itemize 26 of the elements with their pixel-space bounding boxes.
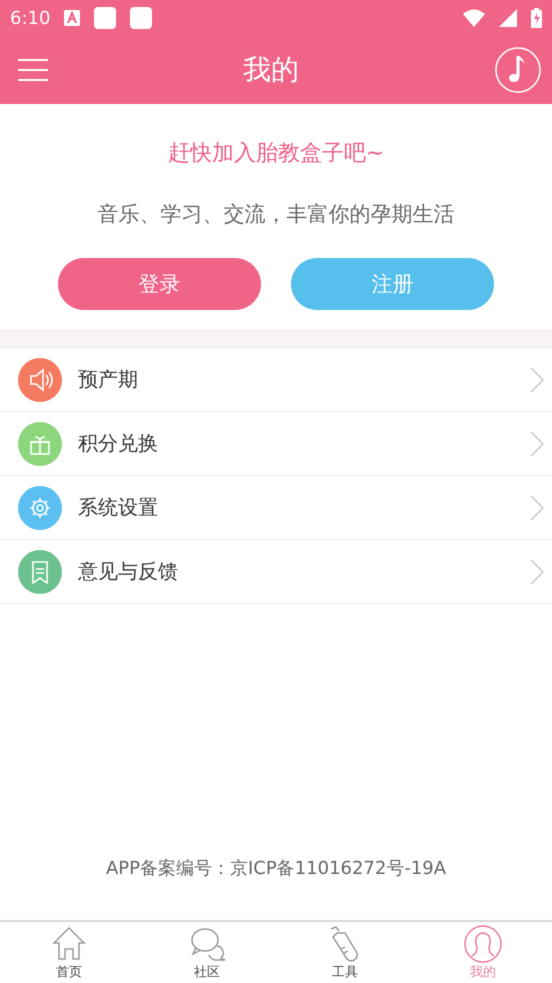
notification-icon xyxy=(64,10,80,26)
chevron-icon xyxy=(530,430,544,456)
tab[interactable]: 首页 xyxy=(0,922,138,983)
chevron-icon xyxy=(530,366,544,392)
status-time: 6:10 xyxy=(10,8,50,28)
music-note-icon[interactable] xyxy=(494,46,542,94)
battery-icon xyxy=(531,8,542,28)
notification-icon xyxy=(94,7,116,29)
tab[interactable]: 工具 xyxy=(276,922,414,983)
menu-item[interactable]: 系统设置 xyxy=(0,476,552,540)
menu-icon[interactable] xyxy=(18,59,48,81)
home-icon xyxy=(49,925,89,963)
welcome-subtitle: 音乐、学习、交流，丰富你的孕期生活 xyxy=(98,201,454,228)
tab[interactable]: 社区 xyxy=(138,922,276,983)
chevron-icon xyxy=(530,494,544,520)
wifi-icon xyxy=(463,9,485,27)
person-icon xyxy=(463,925,503,963)
menu-item[interactable]: 预产期 xyxy=(0,348,552,412)
menu-item[interactable]: 意见与反馈 xyxy=(0,540,552,604)
footer-text: APP备案编号：京ICP备11016272号-19A xyxy=(104,857,448,880)
signal-icon xyxy=(499,9,517,27)
welcome-headline: 赶快加入胎教盒子吧~ xyxy=(168,140,384,168)
chevron-icon xyxy=(530,558,544,584)
notification-icon xyxy=(130,7,152,29)
page-title: 我的 xyxy=(243,52,299,88)
menu-item[interactable]: 积分兑换 xyxy=(0,412,552,476)
